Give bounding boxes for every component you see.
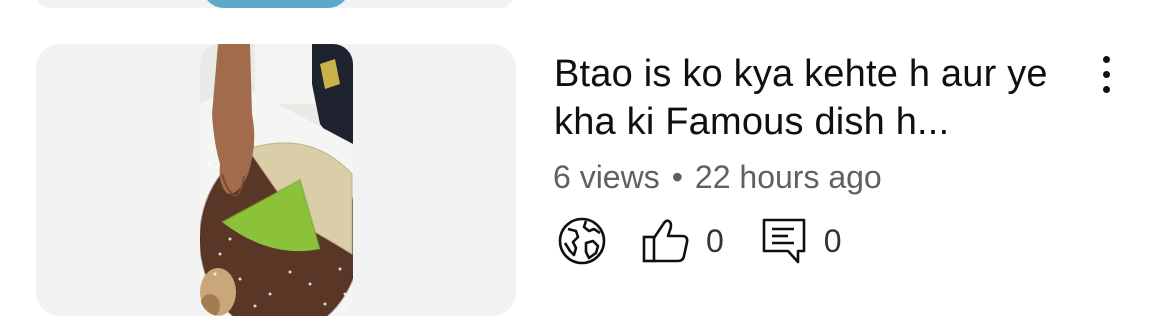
video-metadata: 6 views • 22 hours ago xyxy=(553,157,882,197)
more-options-button[interactable] xyxy=(1086,50,1126,98)
video-title[interactable]: Btao is ko kya kehte h aur ye kha ki Fam… xyxy=(554,50,1074,146)
previous-video-thumbnail[interactable] xyxy=(202,0,350,8)
video-actions: 0 0 xyxy=(556,214,842,268)
globe-icon xyxy=(558,217,606,265)
view-count: 6 views xyxy=(553,159,660,195)
visibility-indicator[interactable] xyxy=(556,215,608,267)
comment-button[interactable]: 0 xyxy=(758,215,842,267)
video-thumbnail[interactable] xyxy=(200,44,353,316)
upload-age: 22 hours ago xyxy=(694,159,882,195)
more-vert-icon xyxy=(1102,55,1110,63)
comment-count: 0 xyxy=(823,223,842,259)
thumbs-up-icon xyxy=(642,219,689,263)
like-count: 0 xyxy=(706,223,724,259)
like-button[interactable]: 0 xyxy=(640,215,724,267)
meta-separator: • xyxy=(671,159,683,195)
thumbnail-image xyxy=(200,44,353,316)
comment-icon xyxy=(762,218,806,264)
